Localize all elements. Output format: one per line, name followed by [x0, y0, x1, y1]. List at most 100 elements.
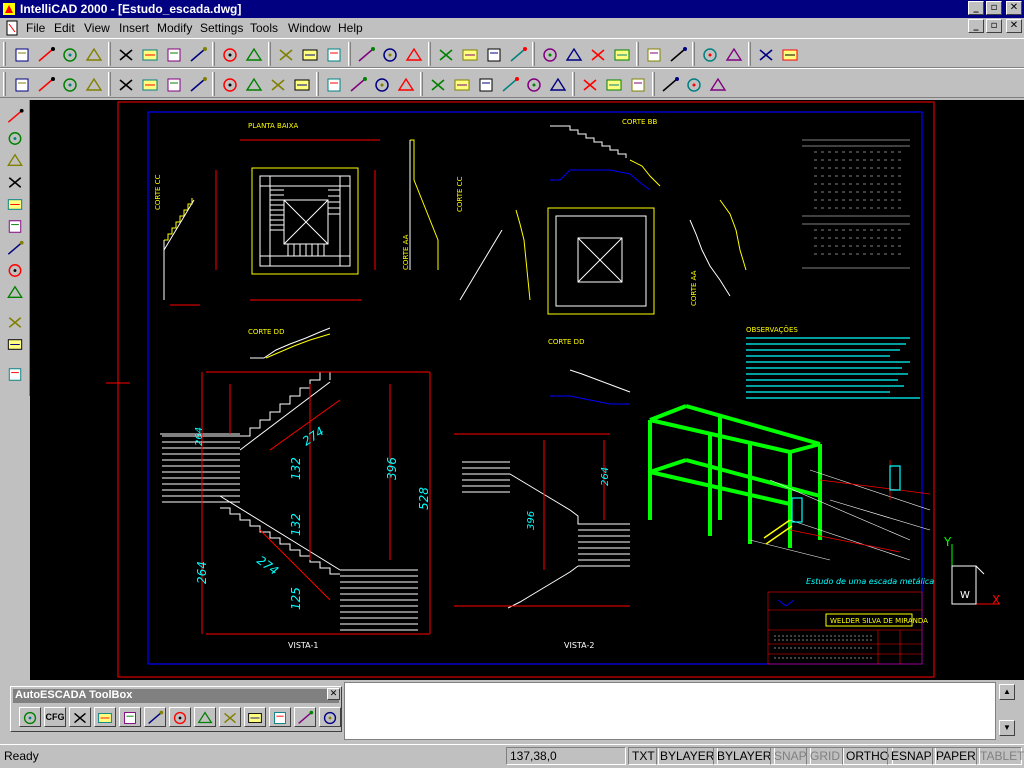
- target-tool-icon[interactable]: [4, 172, 26, 193]
- rotate-icon[interactable]: [434, 43, 456, 65]
- fillet-icon[interactable]: [586, 43, 608, 65]
- perpendicular-tool-icon[interactable]: [4, 334, 26, 355]
- ring-icon[interactable]: [266, 73, 288, 95]
- window-icon[interactable]: [754, 43, 776, 65]
- doc-minimize-button[interactable]: _: [968, 19, 984, 33]
- table-icon[interactable]: [682, 73, 704, 95]
- stair-angle-icon[interactable]: [169, 707, 191, 727]
- toolbar-grip[interactable]: [3, 42, 6, 66]
- line-icon[interactable]: [10, 73, 32, 95]
- new-icon[interactable]: [10, 43, 32, 65]
- color-icon[interactable]: [658, 73, 680, 95]
- toolbox-close-button[interactable]: ✕: [327, 688, 340, 700]
- intersect-tool-icon[interactable]: [4, 312, 26, 333]
- trim-icon[interactable]: [506, 43, 528, 65]
- status-bylayer-2[interactable]: BYLAYER: [713, 747, 776, 765]
- circle-icon[interactable]: [114, 73, 136, 95]
- menu-window[interactable]: Window: [288, 21, 331, 35]
- polygon-icon[interactable]: [242, 73, 264, 95]
- spline-icon[interactable]: [82, 73, 104, 95]
- menu-modify[interactable]: Modify: [157, 21, 192, 35]
- stair-red-icon[interactable]: [119, 707, 141, 727]
- help-icon[interactable]: [322, 43, 344, 65]
- drawing-svg[interactable]: PLANTA BAIXA CORTE CC CORTE AA CORTE BB: [30, 100, 1024, 680]
- frame-icon[interactable]: [244, 707, 266, 727]
- menu-help[interactable]: Help: [338, 21, 363, 35]
- zoom-all-icon[interactable]: [522, 73, 544, 95]
- status-grid[interactable]: GRID: [806, 747, 844, 765]
- crosshair-tool-icon[interactable]: [4, 282, 26, 303]
- minimize-button[interactable]: _: [968, 1, 984, 15]
- paste-icon[interactable]: [162, 43, 184, 65]
- ellipse-icon[interactable]: [138, 73, 160, 95]
- delete-icon[interactable]: [274, 43, 296, 65]
- menu-settings[interactable]: Settings: [200, 21, 243, 35]
- zoom-window-icon[interactable]: [498, 73, 520, 95]
- pan-icon[interactable]: [426, 73, 448, 95]
- stair-zigzag-icon[interactable]: [194, 707, 216, 727]
- mtext-icon[interactable]: [370, 73, 392, 95]
- text-icon[interactable]: [346, 73, 368, 95]
- menu-file[interactable]: File: [26, 21, 45, 35]
- doc-close-button[interactable]: ✕: [1006, 19, 1022, 33]
- dimension-icon[interactable]: [394, 73, 416, 95]
- document-icon[interactable]: [4, 20, 20, 36]
- zoom-in-icon[interactable]: [450, 73, 472, 95]
- pencil-icon[interactable]: [722, 43, 744, 65]
- array-icon[interactable]: [458, 43, 480, 65]
- menu-edit[interactable]: Edit: [54, 21, 75, 35]
- properties-icon[interactable]: [666, 43, 688, 65]
- center-tool-icon[interactable]: [4, 238, 26, 259]
- extend-icon[interactable]: [538, 43, 560, 65]
- zoom-out-icon[interactable]: [474, 73, 496, 95]
- copy-obj-icon[interactable]: [378, 43, 400, 65]
- menu-insert[interactable]: Insert: [119, 21, 149, 35]
- chamfer-icon[interactable]: [610, 43, 632, 65]
- status-ortho[interactable]: ORTHO: [842, 747, 894, 765]
- matchprop-icon[interactable]: [186, 43, 208, 65]
- save-icon[interactable]: [58, 43, 80, 65]
- stair-line-icon[interactable]: [69, 707, 91, 727]
- status-snap[interactable]: SNAP: [770, 747, 811, 765]
- print-preview-icon[interactable]: [319, 707, 341, 727]
- cfg-button[interactable]: CFG: [44, 707, 66, 727]
- scale-icon[interactable]: [482, 43, 504, 65]
- menu-tools[interactable]: Tools: [250, 21, 278, 35]
- arc-icon[interactable]: [58, 73, 80, 95]
- cancel-icon[interactable]: [298, 43, 320, 65]
- frame-red-icon[interactable]: [269, 707, 291, 727]
- close-button[interactable]: ✕: [1006, 1, 1022, 15]
- scroll-up-button[interactable]: ▲: [999, 684, 1015, 700]
- scroll-down-button[interactable]: ▼: [999, 720, 1015, 736]
- hatch-icon[interactable]: [322, 73, 344, 95]
- status-txt[interactable]: TXT: [628, 747, 659, 765]
- status-esnap[interactable]: ESNAP: [887, 747, 936, 765]
- copy-icon[interactable]: [138, 43, 160, 65]
- node-tool-icon[interactable]: [4, 194, 26, 215]
- tile-icon[interactable]: [778, 43, 800, 65]
- cut-icon[interactable]: [114, 43, 136, 65]
- point-icon[interactable]: [186, 73, 208, 95]
- toolbar-grip[interactable]: [3, 72, 6, 96]
- node-link-icon[interactable]: [294, 707, 316, 727]
- xline-tool-icon[interactable]: [4, 150, 26, 171]
- print-icon[interactable]: [82, 43, 104, 65]
- layer-state-icon[interactable]: [626, 73, 648, 95]
- status-bylayer-1[interactable]: BYLAYER: [656, 747, 719, 765]
- quadrant-tool-icon[interactable]: [4, 216, 26, 237]
- layer-icon[interactable]: [354, 43, 376, 65]
- stair-table-icon[interactable]: [219, 707, 241, 727]
- redo-icon[interactable]: [242, 43, 264, 65]
- regen-icon[interactable]: [602, 73, 624, 95]
- nearest-tool-icon[interactable]: [4, 364, 26, 385]
- menu-view[interactable]: View: [84, 21, 110, 35]
- donut-icon[interactable]: [162, 73, 184, 95]
- doc-restore-button[interactable]: ▫: [986, 19, 1002, 33]
- explode-icon[interactable]: [642, 43, 664, 65]
- command-scrollbar[interactable]: ▲ ▼: [998, 682, 1016, 738]
- restore-button[interactable]: ▫: [986, 1, 1002, 15]
- stair-flight-icon[interactable]: [144, 707, 166, 727]
- zoom-prev-icon[interactable]: [546, 73, 568, 95]
- text-style-icon[interactable]: [698, 43, 720, 65]
- solid-icon[interactable]: [290, 73, 312, 95]
